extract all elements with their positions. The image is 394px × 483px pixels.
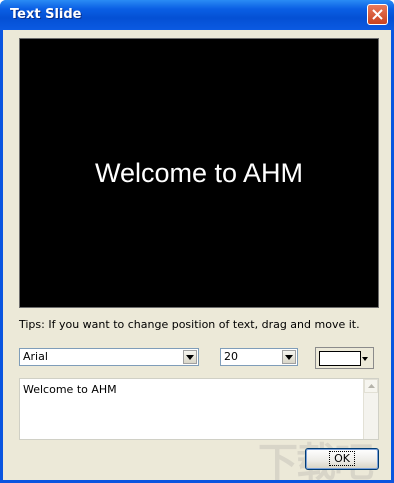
color-dropdown-button[interactable] [358, 351, 372, 366]
preview-text[interactable]: Welcome to AHM [20, 158, 378, 189]
title-bar[interactable]: Text Slide [0, 0, 394, 30]
arrow-up-icon [367, 384, 375, 388]
font-dropdown-button[interactable] [183, 350, 197, 364]
scroll-up-button[interactable] [364, 379, 378, 393]
size-select-value: 20 [224, 350, 238, 363]
ok-button-label: OK [329, 451, 355, 466]
chevron-down-icon [186, 354, 194, 360]
chevron-down-icon [362, 356, 368, 361]
dialog-body: Welcome to AHM Tips: If you want to chan… [3, 30, 391, 483]
font-select-value: Arial [23, 350, 48, 363]
color-swatch [319, 351, 361, 366]
font-select[interactable]: Arial [19, 348, 199, 366]
slide-preview[interactable]: Welcome to AHM [19, 38, 379, 308]
color-picker[interactable] [315, 347, 374, 369]
slide-text-value[interactable]: Welcome to AHM [23, 383, 117, 396]
close-button[interactable] [367, 4, 388, 25]
text-slide-dialog: Text Slide Welcome to AHM Tips: If you w… [0, 0, 394, 483]
tips-label: Tips: If you want to change position of … [19, 318, 360, 331]
size-dropdown-button[interactable] [282, 350, 296, 364]
window-title: Text Slide [10, 7, 82, 22]
ok-button[interactable]: OK [305, 448, 379, 470]
chevron-down-icon [285, 354, 293, 360]
close-icon [372, 9, 383, 20]
size-select[interactable]: 20 [220, 348, 298, 366]
